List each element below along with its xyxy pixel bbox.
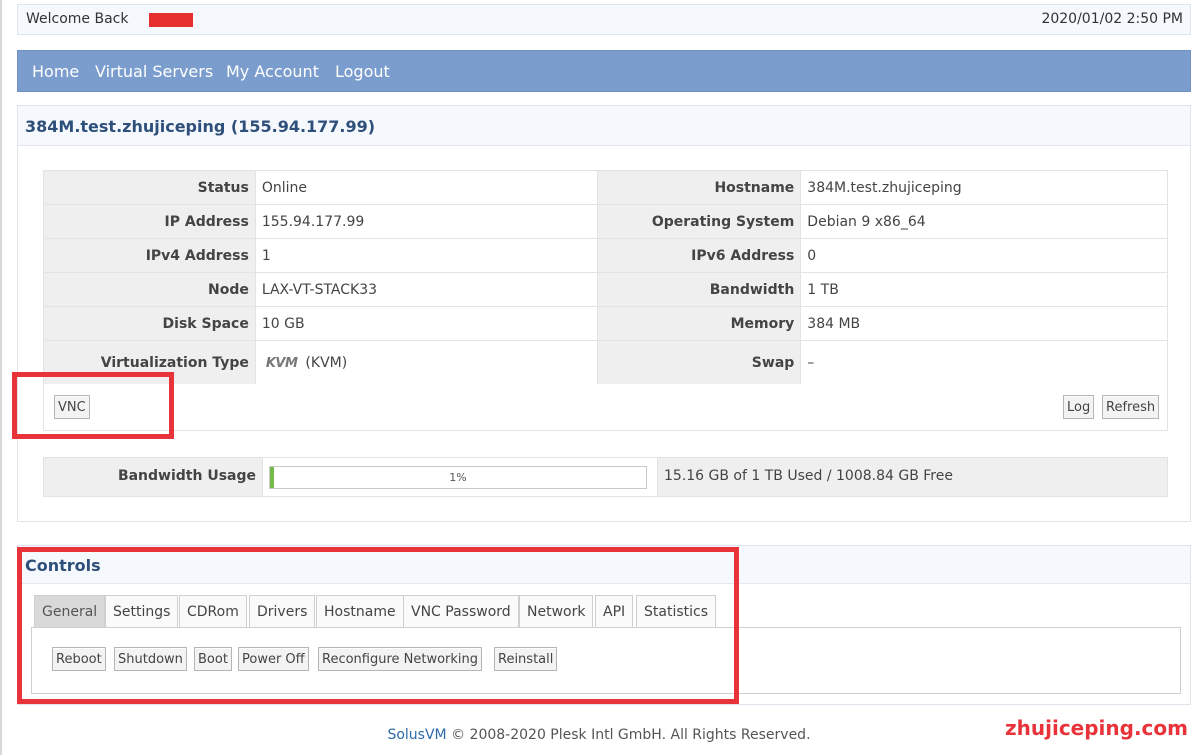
ip-address-label: IP Address <box>43 204 256 239</box>
swap-value: – <box>800 340 1168 386</box>
footer-copyright: © 2008-2020 Plesk Intl GmbH. All Rights … <box>451 727 811 743</box>
bandwidth-progress-bar: 1% <box>269 466 647 489</box>
ipv6-label: IPv6 Address <box>597 238 802 273</box>
virtualization-label: Virtualization Type <box>43 340 256 386</box>
node-value: LAX-VT-STACK33 <box>254 272 599 307</box>
status-label: Status <box>43 170 256 205</box>
bandwidth-label: Bandwidth <box>597 272 802 307</box>
memory-label: Memory <box>597 306 802 341</box>
server-actions-row: VNC Log Refresh <box>43 384 1168 431</box>
bandwidth-usage-row: Bandwidth Usage 1% 15.16 GB of 1 TB Used… <box>43 457 1168 497</box>
welcome-text: Welcome Back <box>26 11 129 27</box>
status-value: Online <box>254 170 599 205</box>
hostname-label: Hostname <box>597 170 802 205</box>
disk-space-value: 10 GB <box>254 306 599 341</box>
nav-home[interactable]: Home <box>32 62 79 81</box>
node-label: Node <box>43 272 256 307</box>
ipv4-value: 1 <box>254 238 599 273</box>
bandwidth-value: 1 TB <box>800 272 1168 307</box>
left-border <box>0 0 2 755</box>
reboot-button[interactable]: Reboot <box>52 647 106 671</box>
os-value: Debian 9 x86_64 <box>800 204 1168 239</box>
ip-address-value: 155.94.177.99 <box>254 204 599 239</box>
info-row: Node LAX-VT-STACK33 Bandwidth 1 TB <box>43 272 1168 307</box>
power-off-button[interactable]: Power Off <box>238 647 309 671</box>
tab-cdrom[interactable]: CDRom <box>179 595 247 627</box>
ipv4-label: IPv4 Address <box>43 238 256 273</box>
bandwidth-usage-label: Bandwidth Usage <box>117 468 256 484</box>
reconfigure-networking-button[interactable]: Reconfigure Networking <box>318 647 483 671</box>
boot-button[interactable]: Boot <box>194 647 232 671</box>
os-label: Operating System <box>597 204 802 239</box>
nav-my-account[interactable]: My Account <box>226 62 319 81</box>
tab-network[interactable]: Network <box>519 595 594 627</box>
redacted-username <box>149 13 193 27</box>
tab-vnc-password[interactable]: VNC Password <box>403 595 519 627</box>
tab-statistics[interactable]: Statistics <box>636 595 716 627</box>
reinstall-button[interactable]: Reinstall <box>494 647 558 671</box>
main-nav: Home Virtual Servers My Account Logout <box>17 50 1191 92</box>
hostname-value: 384M.test.zhujiceping <box>800 170 1168 205</box>
server-title: 384M.test.zhujiceping (155.94.177.99) <box>18 106 1190 146</box>
info-row: IPv4 Address 1 IPv6 Address 0 <box>43 238 1168 273</box>
refresh-button[interactable]: Refresh <box>1102 395 1160 419</box>
tab-hostname[interactable]: Hostname <box>316 595 404 627</box>
ipv6-value: 0 <box>800 238 1168 273</box>
bandwidth-percent: 1% <box>449 471 467 484</box>
welcome-bar: Welcome Back 2020/01/02 2:50 PM <box>17 4 1191 35</box>
footer-brand-link[interactable]: SolusVM <box>387 727 446 743</box>
controls-panel: Controls General Settings CDRom Drivers … <box>17 545 1191 705</box>
nav-logout[interactable]: Logout <box>335 62 390 81</box>
info-row: Status Online Hostname 384M.test.zhujice… <box>43 170 1168 205</box>
tab-content-general: Reboot Shutdown Boot Power Off Reconfigu… <box>31 627 1181 694</box>
tab-general[interactable]: General <box>34 595 106 627</box>
disk-space-label: Disk Space <box>43 306 256 341</box>
server-info-table: Status Online Hostname 384M.test.zhujice… <box>43 170 1168 386</box>
bandwidth-usage-cell: 1% <box>262 458 658 496</box>
nav-virtual-servers[interactable]: Virtual Servers <box>95 62 213 81</box>
current-datetime: 2020/01/02 2:50 PM <box>1041 11 1183 27</box>
tab-drivers[interactable]: Drivers <box>249 595 316 627</box>
info-row: IP Address 155.94.177.99 Operating Syste… <box>43 204 1168 239</box>
watermark: zhujiceping.com <box>1004 716 1188 740</box>
bandwidth-summary: 15.16 GB of 1 TB Used / 1008.84 GB Free <box>664 468 953 484</box>
kvm-logo-icon: KVM <box>265 356 298 371</box>
tab-api[interactable]: API <box>595 595 634 627</box>
tab-settings[interactable]: Settings <box>105 595 179 627</box>
memory-value: 384 MB <box>800 306 1168 341</box>
shutdown-button[interactable]: Shutdown <box>114 647 187 671</box>
info-row: Disk Space 10 GB Memory 384 MB <box>43 306 1168 341</box>
vnc-button[interactable]: VNC <box>54 395 90 419</box>
virtualization-text: (KVM) <box>305 355 348 371</box>
controls-title: Controls <box>18 546 1190 584</box>
log-button[interactable]: Log <box>1063 395 1095 419</box>
swap-label: Swap <box>597 340 802 386</box>
info-row: Virtualization Type KVM (KVM) Swap – <box>43 340 1168 386</box>
virtualization-value: KVM (KVM) <box>254 340 599 386</box>
